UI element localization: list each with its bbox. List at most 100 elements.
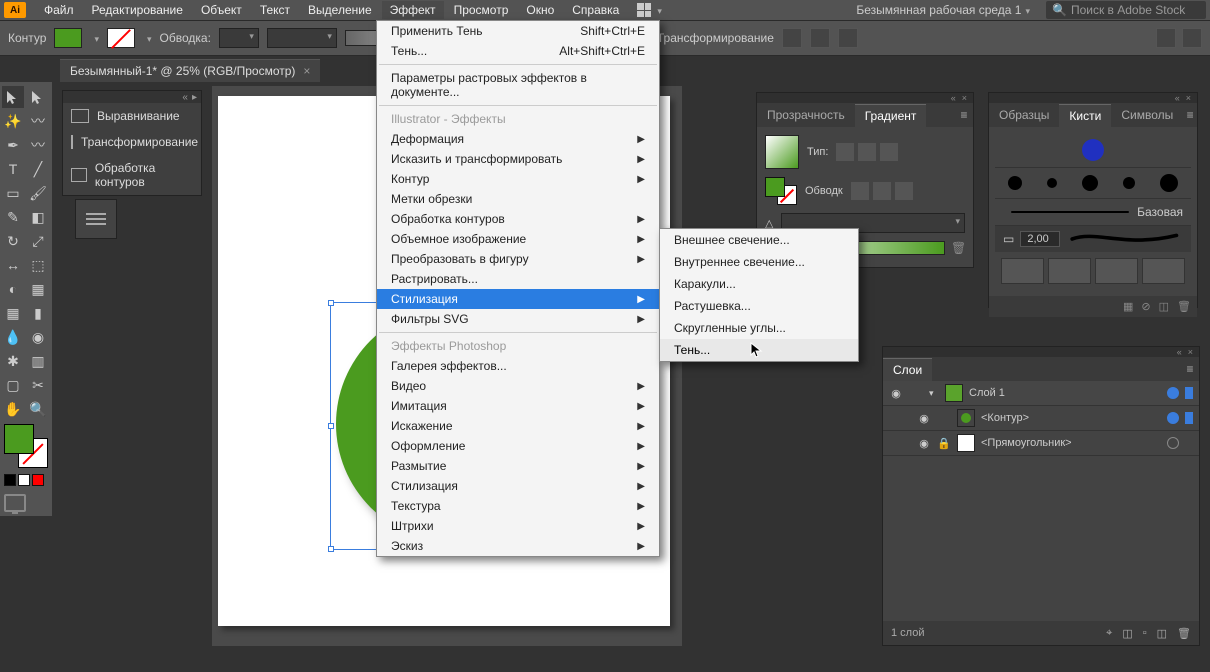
width-tool[interactable]: ↔: [2, 254, 24, 276]
lock-toggle[interactable]: 🔒: [937, 437, 951, 450]
brush-definition-dropdown[interactable]: [267, 28, 337, 48]
clipping-mask-icon[interactable]: ◫: [1122, 627, 1132, 640]
mi-video[interactable]: Видео▶: [377, 376, 659, 396]
mi-path[interactable]: Контур▶: [377, 169, 659, 189]
artboard-tool[interactable]: ▢: [2, 374, 24, 396]
smi-scribble[interactable]: Каракули...: [660, 273, 858, 295]
stroke-color-swatch[interactable]: [107, 28, 135, 48]
visibility-toggle[interactable]: ◉: [917, 437, 931, 450]
perspective-tool[interactable]: ▦: [27, 278, 49, 300]
new-brush-icon[interactable]: ◫: [1159, 300, 1169, 313]
radial-gradient-icon[interactable]: [858, 143, 876, 161]
stroke-weight-dropdown[interactable]: [219, 28, 259, 48]
menu-window[interactable]: Окно: [518, 1, 562, 19]
visibility-toggle[interactable]: ◉: [917, 412, 931, 425]
arrange-documents-icon[interactable]: [637, 3, 651, 17]
gradient-tool[interactable]: ▮: [27, 302, 49, 324]
new-sublayer-icon[interactable]: ▫: [1143, 627, 1147, 639]
color-swatch-color[interactable]: [4, 474, 16, 486]
brush-row-basic[interactable]: Базовая: [995, 199, 1191, 226]
options-extra-1[interactable]: [1156, 28, 1176, 48]
tab-symbols[interactable]: Символы: [1111, 104, 1183, 126]
menu-type[interactable]: Текст: [252, 1, 298, 19]
mi-rasterize[interactable]: Растрировать...: [377, 269, 659, 289]
handle-ml[interactable]: [328, 423, 334, 429]
mi-texture[interactable]: Текстура▶: [377, 496, 659, 516]
options-extra-2[interactable]: [1182, 28, 1202, 48]
expand-toggle[interactable]: ▾: [929, 388, 939, 399]
free-transform-tool[interactable]: ⬚: [27, 254, 49, 276]
panel-controls[interactable]: «×: [989, 93, 1197, 103]
mi-apply-last[interactable]: Применить ТеньShift+Ctrl+E: [377, 21, 659, 41]
layer-row-1[interactable]: ◉ ▾ Слой 1: [883, 381, 1199, 406]
smi-feather[interactable]: Растушевка...: [660, 295, 858, 317]
symbol-sprayer-tool[interactable]: ✱: [2, 350, 24, 372]
arrange-dropdown-icon[interactable]: [653, 3, 662, 17]
stroke-dropdown-icon[interactable]: [143, 31, 152, 45]
transform-label[interactable]: Трансформирование: [657, 31, 774, 45]
gradient-fill-stroke[interactable]: [765, 177, 797, 205]
search-stock-input[interactable]: 🔍 Поиск в Adobe Stock: [1046, 1, 1206, 19]
brush-row-round[interactable]: [995, 133, 1191, 168]
shaper-tool[interactable]: ✎: [2, 206, 24, 228]
panel-grip[interactable]: «▸: [63, 91, 201, 103]
fill-stroke-indicator[interactable]: [4, 424, 48, 468]
fill-dropdown-icon[interactable]: [90, 31, 99, 45]
mi-stylize-ps[interactable]: Стилизация▶: [377, 476, 659, 496]
curvature-tool[interactable]: 〰: [27, 134, 49, 156]
stroke-apply-1-icon[interactable]: [851, 182, 869, 200]
new-layer-icon[interactable]: ◫: [1157, 627, 1167, 640]
lasso-tool[interactable]: 〰: [27, 110, 49, 132]
tab-gradient[interactable]: Градиент: [855, 104, 927, 127]
mesh-tool[interactable]: ▦: [2, 302, 24, 324]
screen-mode-icon[interactable]: [4, 494, 26, 512]
panel-pathfinder[interactable]: Обработка контуров: [63, 155, 201, 195]
stroke-apply-2-icon[interactable]: [873, 182, 891, 200]
mi-svg-filters[interactable]: Фильтры SVG▶: [377, 309, 659, 329]
mi-pathfinder[interactable]: Обработка контуров▶: [377, 209, 659, 229]
panel-menu-icon[interactable]: ≡: [1181, 362, 1199, 376]
menu-file[interactable]: Файл: [36, 1, 82, 19]
handle-tl[interactable]: [328, 300, 334, 306]
layer-row-rect[interactable]: ◉ 🔒 <Прямоугольник>: [883, 431, 1199, 456]
smi-outer-glow[interactable]: Внешнее свечение...: [660, 229, 858, 251]
type-tool[interactable]: T: [2, 158, 24, 180]
rotate-tool[interactable]: ↻: [2, 230, 24, 252]
isolate-button[interactable]: [782, 28, 802, 48]
panel-menu-icon[interactable]: ≡: [1183, 108, 1197, 122]
column-graph-tool[interactable]: ▥: [27, 350, 49, 372]
brush-thumb-1[interactable]: [1001, 258, 1044, 284]
panel-transform[interactable]: Трансформирование: [63, 129, 201, 155]
library-icon[interactable]: ▦: [1123, 300, 1133, 313]
zoom-tool[interactable]: 🔍: [27, 398, 49, 420]
hand-tool[interactable]: ✋: [2, 398, 24, 420]
mi-blur[interactable]: Размытие▶: [377, 456, 659, 476]
tab-layers[interactable]: Слои: [883, 358, 932, 381]
target-icon[interactable]: [1167, 412, 1179, 424]
tab-swatches[interactable]: Образцы: [989, 104, 1059, 126]
brush-row-calligraphic[interactable]: [995, 168, 1191, 199]
fill-color-swatch[interactable]: [54, 28, 82, 48]
fill-box[interactable]: [4, 424, 34, 454]
linear-gradient-icon[interactable]: [836, 143, 854, 161]
shape-builder-tool[interactable]: ◐: [2, 278, 24, 300]
rectangle-tool[interactable]: ▭: [2, 182, 24, 204]
collapsed-panel[interactable]: [75, 199, 117, 239]
mi-shadow[interactable]: Тень...Alt+Shift+Ctrl+E: [377, 41, 659, 61]
mi-effect-gallery[interactable]: Галерея эффектов...: [377, 356, 659, 376]
magic-wand-tool[interactable]: ✨: [2, 110, 24, 132]
workspace-switcher[interactable]: Безымянная рабочая среда 1: [848, 1, 1038, 19]
target-icon[interactable]: [1167, 387, 1179, 399]
menu-edit[interactable]: Редактирование: [84, 1, 191, 19]
panel-controls[interactable]: «×: [757, 93, 973, 103]
tab-brushes[interactable]: Кисти: [1059, 104, 1111, 127]
mi-distort[interactable]: Исказить и трансформировать▶: [377, 149, 659, 169]
delete-stop-icon[interactable]: 🗑: [951, 241, 965, 255]
brush-thumb-2[interactable]: [1048, 258, 1091, 284]
visibility-toggle[interactable]: ◉: [889, 387, 903, 400]
mi-stylize[interactable]: Стилизация▶: [377, 289, 659, 309]
stroke-weight-input[interactable]: 2,00: [1020, 231, 1060, 247]
line-tool[interactable]: ╱: [27, 158, 49, 180]
mi-3d[interactable]: Объемное изображение▶: [377, 229, 659, 249]
panel-menu-icon[interactable]: ≡: [955, 108, 973, 122]
